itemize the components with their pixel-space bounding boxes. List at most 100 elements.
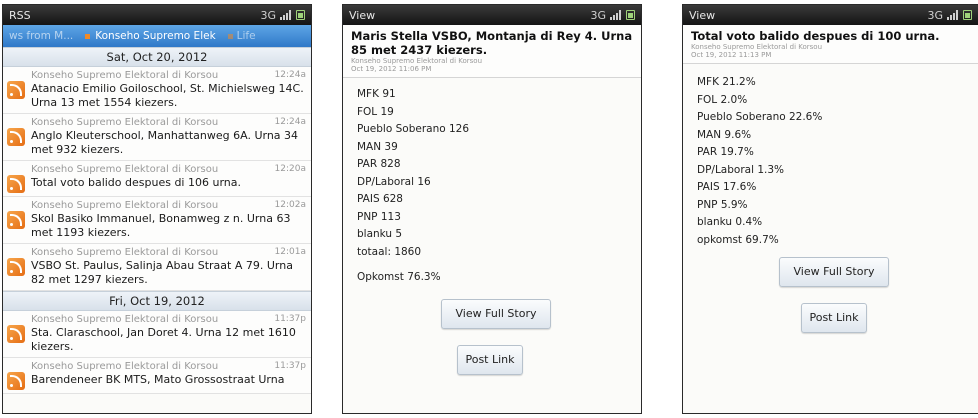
feed-item-title: Anglo Kleuterschool, Manhattanweg 6A. Ur… xyxy=(31,129,299,156)
feed-list: Sat, Oct 20, 2012 Konseho Supremo Elekto… xyxy=(3,47,311,394)
date-separator: Sat, Oct 20, 2012 xyxy=(3,47,311,67)
result-line: MAN 9.6% xyxy=(697,128,752,141)
feed-item-time: 12:24a xyxy=(274,117,306,127)
network-label: 3G xyxy=(927,8,943,22)
tab-previous-feed[interactable]: ws from M... xyxy=(3,30,79,42)
story-header: Maris Stella VSBO, Montanja di Rey 4. Ur… xyxy=(343,25,641,78)
feed-item-source: Konseho Supremo Elektoral di Korsou xyxy=(31,247,219,258)
battery-icon xyxy=(296,10,305,20)
feed-item-source: Konseho Supremo Elektoral di Korsou xyxy=(31,314,219,325)
app-title: RSS xyxy=(9,8,31,22)
feed-item-source: Konseho Supremo Elektoral di Korsou xyxy=(31,200,219,211)
network-label: 3G xyxy=(260,8,276,22)
result-line: PAR 828 xyxy=(357,158,401,170)
story-source: Konseho Supremo Elektoral di Korsou xyxy=(351,57,483,65)
feed-item-source: Konseho Supremo Elektoral di Korsou xyxy=(31,117,219,128)
status-indicators: 3G xyxy=(590,9,635,22)
result-line: blanku 0.4% xyxy=(697,216,763,228)
post-link-button[interactable]: Post Link xyxy=(801,303,867,333)
rss-screen: RSS 3G ws from M... Konseho Supremo Elek… xyxy=(2,4,312,414)
battery-icon xyxy=(963,10,972,20)
feed-item-time: 12:20a xyxy=(274,164,306,174)
feed-item[interactable]: Konseho Supremo Elektoral di Korsou Bare… xyxy=(3,358,311,394)
result-line: DP/Laboral 1.3% xyxy=(697,163,785,176)
result-line: PAIS 628 xyxy=(357,193,403,205)
result-line: PAR 19.7% xyxy=(697,146,754,158)
feed-item-title: Total voto balido despues di 106 urna. xyxy=(31,176,241,189)
feed-item-time: 12:01a xyxy=(274,247,306,257)
result-line: blanku 5 xyxy=(357,228,403,240)
feed-item[interactable]: Konseho Supremo Elektoral di Korsou Sta.… xyxy=(3,311,311,358)
story-view-screen-1: View 3G Maris Stella VSBO, Montanja di R… xyxy=(342,4,642,414)
feed-item-title: Sta. Claraschool, Jan Doret 4. Urna 12 m… xyxy=(31,326,296,353)
status-bar: RSS 3G xyxy=(3,5,311,25)
result-line: MFK 21.2% xyxy=(697,76,756,88)
result-line: MAN 39 xyxy=(357,140,398,153)
feed-item-title: Atanacio Emilio Goiloschool, St. Michiel… xyxy=(31,82,304,109)
result-line: MFK 91 xyxy=(357,88,396,100)
story-body: MFK 21.2% FOL 2.0% Pueblo Soberano 22.6%… xyxy=(683,64,978,249)
result-line: Pueblo Soberano 126 xyxy=(357,123,470,135)
signal-icon xyxy=(947,10,959,20)
rss-feed-icon xyxy=(7,258,25,276)
story-source: Konseho Supremo Elektoral di Korsou xyxy=(691,43,823,51)
feed-item-source: Konseho Supremo Elektoral di Korsou xyxy=(31,164,219,175)
status-bar: View 3G xyxy=(343,5,641,25)
result-line: FOL 2.0% xyxy=(697,93,748,106)
feed-item[interactable]: Konseho Supremo Elektoral di Korsou Skol… xyxy=(3,197,311,244)
feed-item-title: VSBO St. Paulus, Salinja Abau Straat A 7… xyxy=(31,259,293,286)
feed-item-source: Konseho Supremo Elektoral di Korsou xyxy=(31,361,219,372)
turnout-line: Opkomst 76.3% xyxy=(357,271,441,283)
feed-item-time: 12:24a xyxy=(274,70,306,80)
turnout-line: opkomst 69.7% xyxy=(697,233,779,246)
status-indicators: 3G xyxy=(260,9,305,22)
result-line: DP/Laboral 16 xyxy=(357,175,431,188)
post-link-button[interactable]: Post Link xyxy=(457,345,523,375)
feed-item[interactable]: Konseho Supremo Elektoral di Korsou Atan… xyxy=(3,67,311,114)
tab-active-label: Konseho Supremo Elek xyxy=(95,30,216,42)
rss-feed-icon xyxy=(7,175,25,193)
feed-item[interactable]: Konseho Supremo Elektoral di Korsou Tota… xyxy=(3,161,311,197)
network-label: 3G xyxy=(590,8,606,22)
rss-feed-icon xyxy=(7,81,25,99)
feed-item-time: 11:37p xyxy=(274,361,306,371)
result-line: PNP 113 xyxy=(357,210,401,223)
story-timestamp: Oct 19, 2012 11:13 PM xyxy=(691,51,772,59)
rss-feed-icon xyxy=(7,128,25,146)
feed-item[interactable]: Konseho Supremo Elektoral di Korsou VSBO… xyxy=(3,244,311,291)
result-total: totaal: 1860 xyxy=(357,245,422,258)
feed-item-title: Barendeneer BK MTS, Mato Grossostraat Ur… xyxy=(31,373,285,386)
screen-title: View xyxy=(689,8,716,22)
feed-item-title: Skol Basiko Immanuel, Bonamweg z n. Urna… xyxy=(31,212,291,239)
tab-next-label: Life xyxy=(236,30,256,42)
tab-active-feed[interactable]: Konseho Supremo Elek xyxy=(79,30,221,42)
status-indicators: 3G xyxy=(927,9,972,22)
view-full-story-button[interactable]: View Full Story xyxy=(441,299,551,329)
signal-icon xyxy=(280,10,292,20)
feed-item[interactable]: Konseho Supremo Elektoral di Korsou Angl… xyxy=(3,114,311,161)
active-tab-indicator-icon xyxy=(85,33,91,39)
feed-tabs: ws from M... Konseho Supremo Elek Life xyxy=(3,25,311,47)
signal-icon xyxy=(610,10,622,20)
result-line: Pueblo Soberano 22.6% xyxy=(697,111,823,123)
view-full-story-button[interactable]: View Full Story xyxy=(779,257,889,287)
feed-item-source: Konseho Supremo Elektoral di Korsou xyxy=(31,70,219,81)
screen-title: View xyxy=(349,8,376,22)
tab-next-feed[interactable]: Life xyxy=(222,30,262,42)
result-line: PNP 5.9% xyxy=(697,198,748,211)
battery-icon xyxy=(626,10,635,20)
story-headline: Total voto balido despues di 100 urna. xyxy=(691,29,940,43)
result-line: PAIS 17.6% xyxy=(697,181,757,193)
story-headline: Maris Stella VSBO, Montanja di Rey 4. Ur… xyxy=(351,29,633,57)
date-separator: Fri, Oct 19, 2012 xyxy=(3,291,311,311)
feed-item-time: 11:37p xyxy=(274,314,306,324)
story-timestamp: Oct 19, 2012 11:06 PM xyxy=(351,65,432,73)
status-bar: View 3G xyxy=(683,5,978,25)
story-header: Total voto balido despues di 100 urna. K… xyxy=(683,25,978,64)
story-body: MFK 91 FOL 19 Pueblo Soberano 126 MAN 39… xyxy=(343,78,641,287)
feed-item-time: 12:02a xyxy=(274,200,306,210)
rss-feed-icon xyxy=(7,325,25,343)
story-view-screen-2: View 3G Total voto balido despues di 100… xyxy=(682,4,978,414)
tab-indicator-icon xyxy=(227,33,233,39)
rss-feed-icon xyxy=(7,372,25,390)
